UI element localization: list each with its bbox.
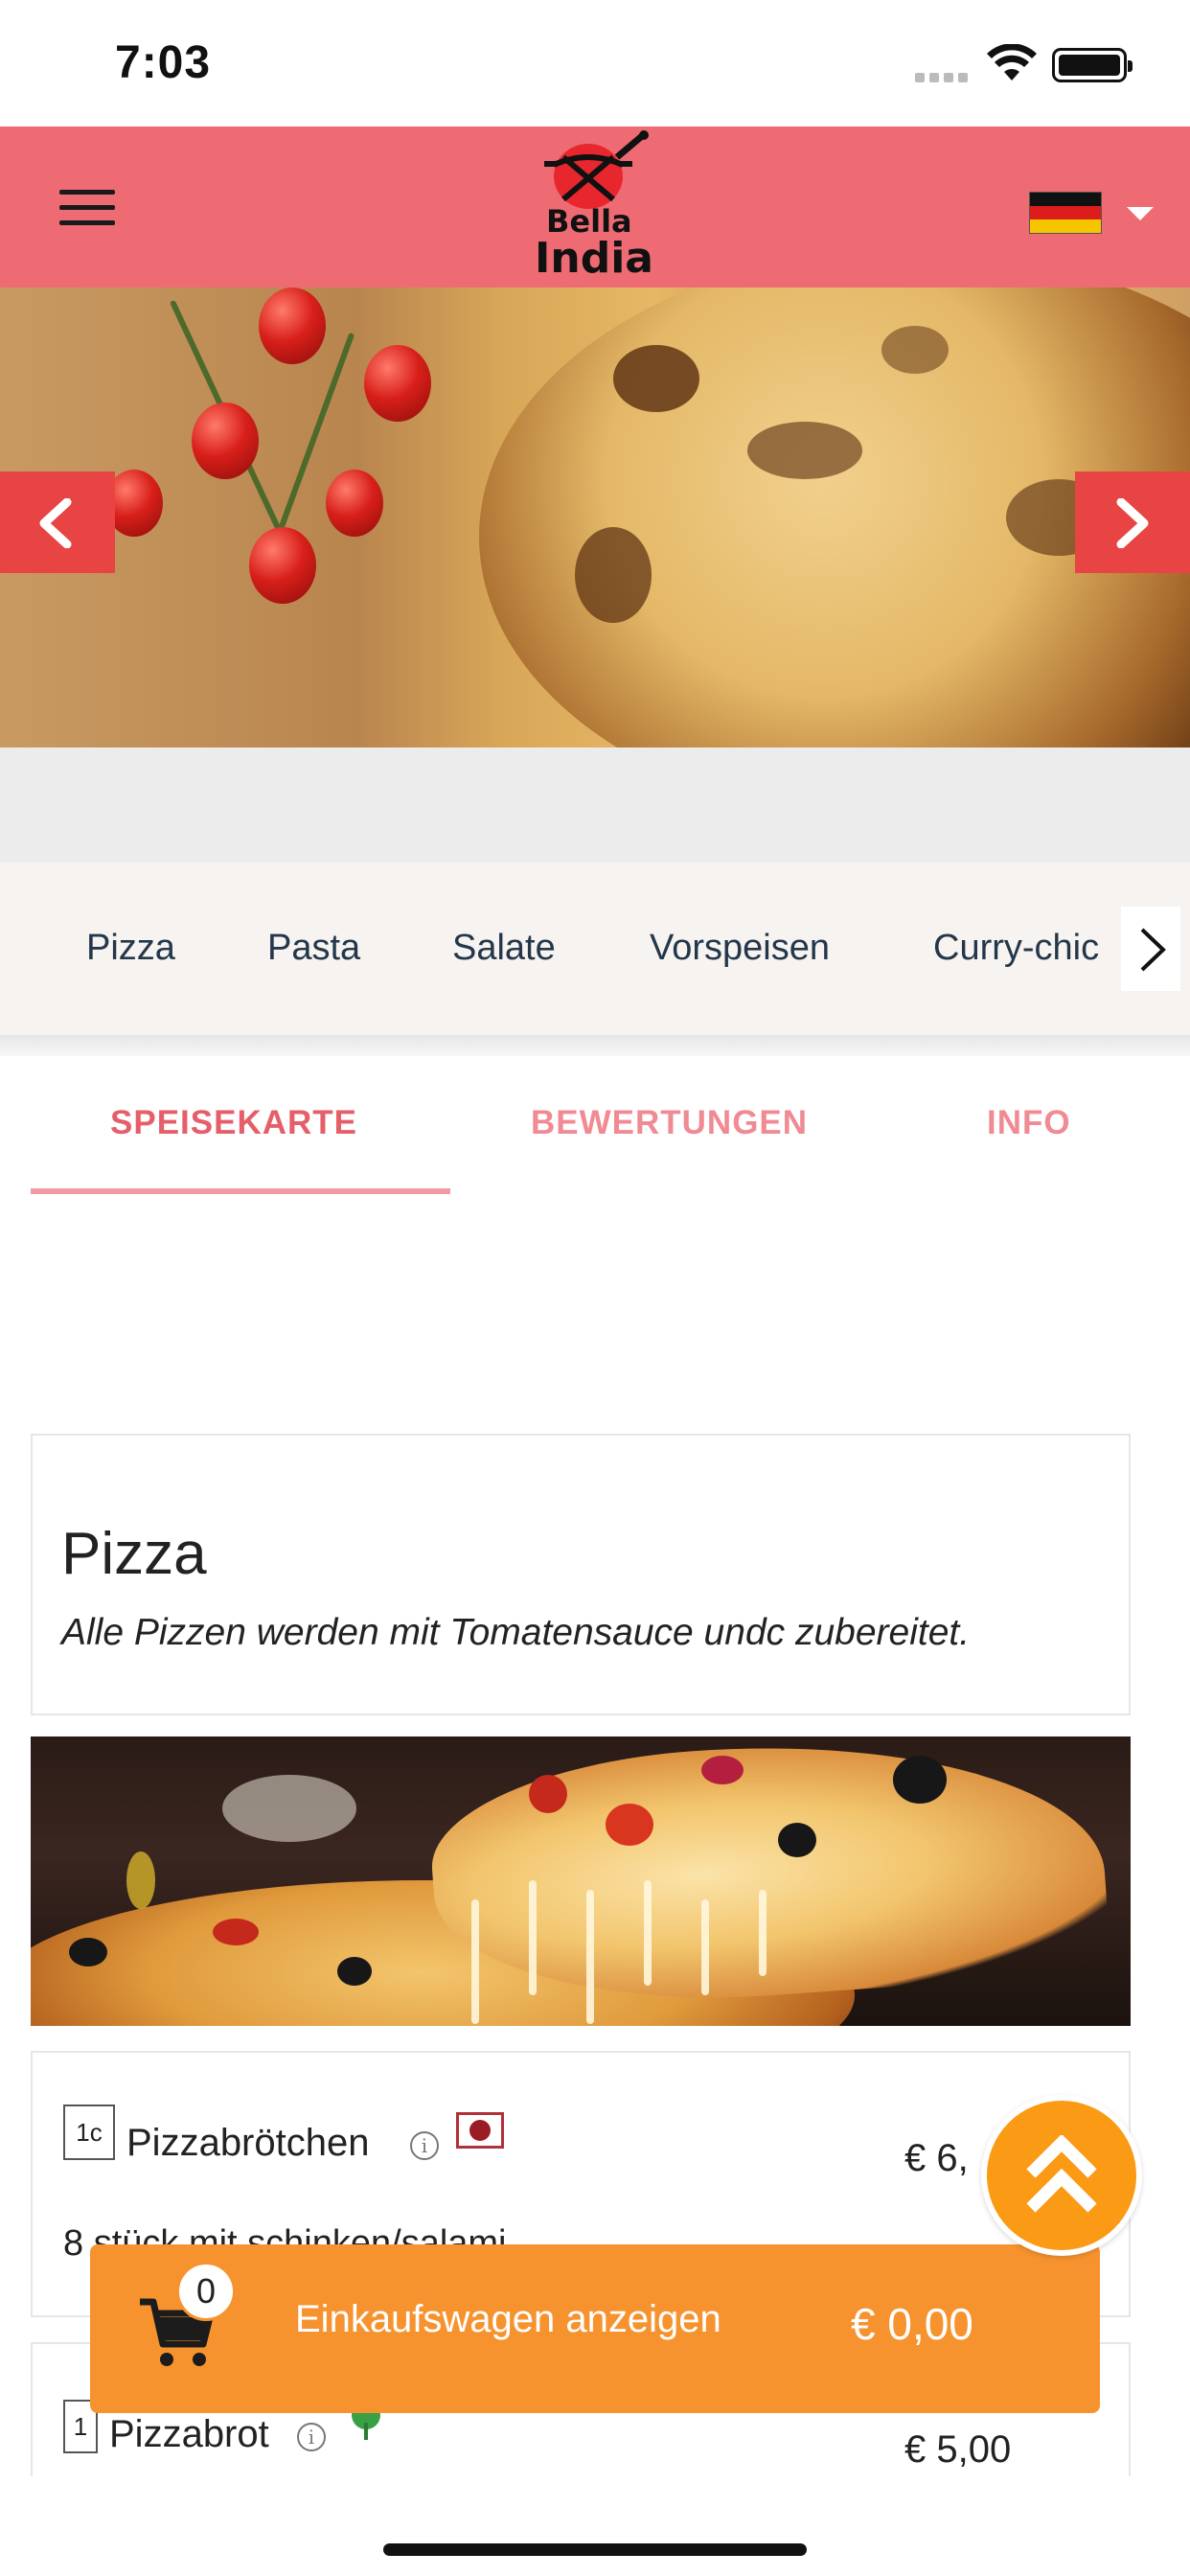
tab-info[interactable]: INFO [987,1104,1071,1142]
slider-prev-button[interactable] [0,472,115,573]
cart-label: Einkaufswagen anzeigen [295,2298,721,2340]
spacer-band [0,748,1190,862]
caret-down-icon [1127,207,1154,220]
home-indicator[interactable] [383,2543,807,2556]
slider-next-button[interactable] [1075,472,1190,573]
item-price: € 6, [904,2137,969,2179]
double-chevron-up-icon [1026,2135,1097,2213]
scroll-to-top-button[interactable] [981,2095,1142,2256]
wifi-icon [987,44,1037,80]
divider [0,1035,1190,1056]
category-curry-chicken[interactable]: Curry-chic [933,928,1099,969]
section-subtitle: Alle Pizzen werden mit Tomatensauce undc… [61,1612,971,1653]
tab-speisekarte[interactable]: SPEISEKARTE [110,1104,357,1142]
section-title: Pizza [61,1521,207,1587]
view-cart-button[interactable]: 0 Einkaufswagen anzeigen € 0,00 [90,2244,1100,2413]
item-name: Pizzabrot [109,2413,269,2455]
category-pizza[interactable]: Pizza [86,928,175,969]
home-indicator-bar [0,2476,1190,2576]
allergen-badge [456,2112,504,2149]
german-flag-icon [1029,192,1102,234]
chevron-right-icon [1140,928,1166,972]
category-header-card: Pizza Alle Pizzen werden mit Tomatensauc… [31,1434,1131,1715]
category-vorspeisen[interactable]: Vorspeisen [650,928,830,969]
chevron-right-icon [1116,498,1149,548]
status-bar: 7:03 [0,0,1190,126]
item-price: € 5,00 [904,2428,1012,2471]
category-bar: Pizza Pasta Salate Vorspeisen Curry-chic [0,862,1190,1035]
language-selector[interactable] [1029,192,1154,234]
category-pasta[interactable]: Pasta [267,928,360,969]
logo: Bella India [517,126,675,288]
category-salate[interactable]: Salate [452,928,556,969]
logo-text-india: India [535,234,653,283]
category-image [31,1736,1131,2026]
menu-icon[interactable] [59,190,115,228]
status-time: 7:03 [115,37,212,88]
tab-bewertungen[interactable]: BEWERTUNGEN [531,1104,808,1142]
item-number: 1c [63,2104,115,2160]
battery-icon [1052,48,1133,82]
info-icon[interactable]: i [297,2423,326,2451]
cart-count-badge: 0 [176,2262,236,2321]
chevron-left-icon [39,498,72,548]
tab-bar: SPEISEKARTE BEWERTUNGEN INFO [0,1056,1190,1200]
app-header: Bella India [0,126,1190,288]
category-scroll-right-button[interactable] [1121,907,1180,991]
info-icon[interactable]: i [410,2131,439,2160]
cart-total: € 0,00 [851,2299,973,2349]
cellular-signal-icon [915,73,968,82]
item-name: Pizzabrötchen [126,2122,370,2164]
hero-slider-image [0,288,1190,748]
active-tab-indicator [31,1188,450,1194]
